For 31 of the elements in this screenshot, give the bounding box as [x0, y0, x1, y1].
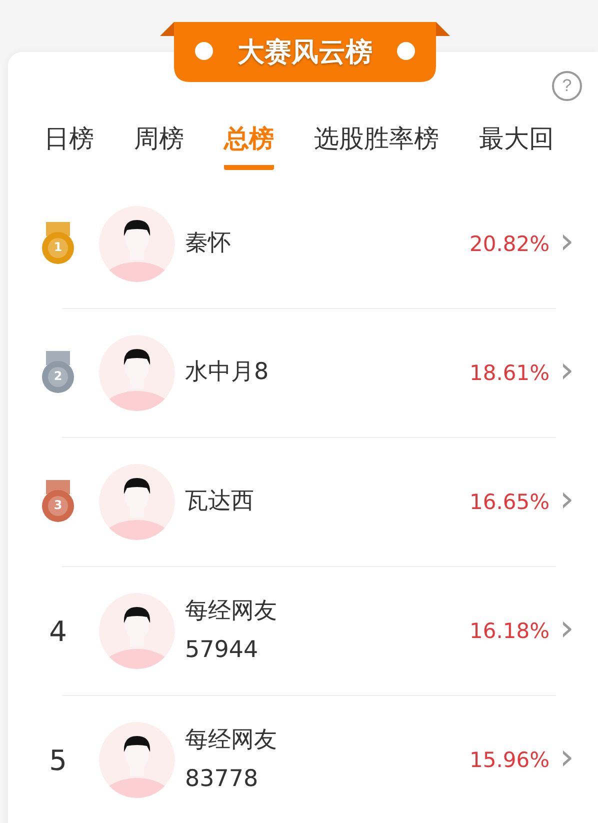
chevron-icon[interactable]: ›: [560, 611, 574, 647]
chevron-icon[interactable]: ›: [560, 353, 574, 389]
avatar-icon: [99, 722, 175, 798]
tab[interactable]: 选股胜率榜: [314, 122, 439, 170]
avatar-icon: [99, 593, 175, 669]
rank-number: 4: [49, 614, 67, 648]
avatar-icon: [99, 464, 175, 540]
avatar-icon: [99, 335, 175, 411]
avatar-icon: [99, 206, 175, 282]
user-name: 瓦达西: [185, 487, 254, 516]
tab[interactable]: 日榜: [44, 122, 94, 170]
medal-rank: 2: [52, 369, 64, 383]
chevron-icon[interactable]: ›: [560, 482, 574, 518]
user-name: 水中月8: [185, 358, 269, 388]
user-name: 每经网友 57944: [185, 596, 277, 665]
medal-rank: 3: [52, 498, 64, 512]
user-name: 每经网友 83778: [185, 726, 277, 794]
win-rate: 16.65%: [470, 490, 550, 514]
banner-title: 大赛风云榜: [238, 36, 372, 70]
chevron-icon[interactable]: ›: [560, 224, 574, 260]
user-name: 秦怀: [185, 229, 231, 258]
rank-number: 5: [49, 744, 67, 776]
win-rate: 18.61%: [470, 361, 550, 385]
tab[interactable]: 周榜: [134, 122, 184, 170]
win-rate: 20.82%: [470, 232, 550, 256]
chevron-icon[interactable]: ›: [560, 740, 574, 776]
win-rate: 16.18%: [470, 619, 550, 643]
win-rate: 15.96%: [470, 748, 550, 772]
tab[interactable]: 总榜: [224, 122, 274, 170]
tab[interactable]: 最大回: [479, 122, 554, 170]
medal-rank: 1: [52, 240, 64, 254]
